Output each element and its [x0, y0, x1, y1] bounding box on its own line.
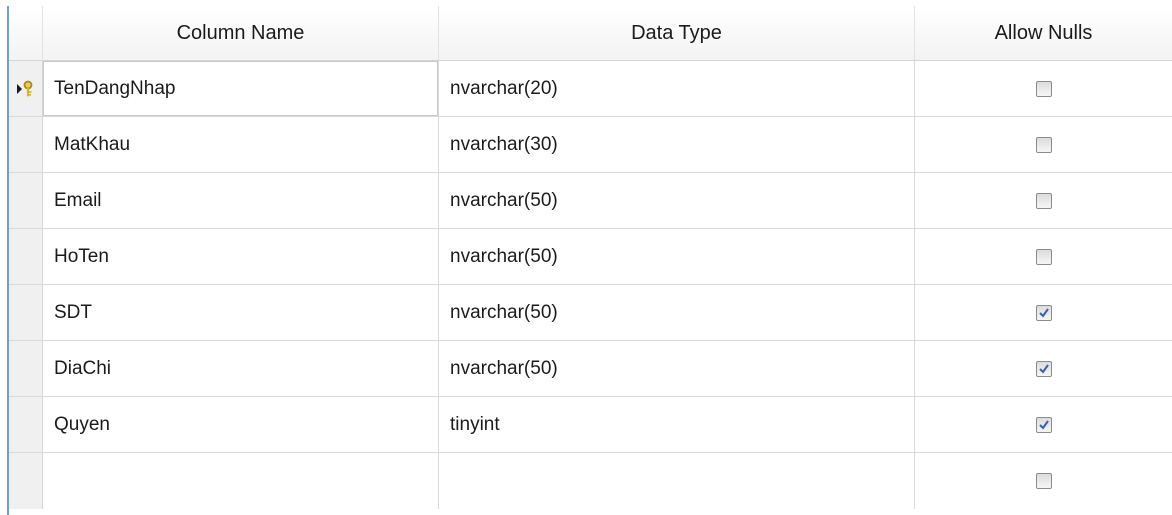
allow-nulls-checkbox[interactable]	[1035, 416, 1052, 433]
table-row[interactable]: DiaChi nvarchar(50)	[9, 341, 1172, 397]
column-name-cell[interactable]: DiaChi	[43, 341, 439, 396]
allow-nulls-cell	[915, 397, 1172, 452]
data-type-cell[interactable]: nvarchar(50)	[439, 341, 915, 396]
column-name-cell[interactable]: Quyen	[43, 397, 439, 452]
allow-nulls-checkbox[interactable]	[1035, 192, 1052, 209]
data-type-cell[interactable]: nvarchar(30)	[439, 117, 915, 172]
table-row[interactable]: MatKhau nvarchar(30)	[9, 117, 1172, 173]
header-allow-nulls[interactable]: Allow Nulls	[915, 6, 1172, 60]
table-row[interactable]: SDT nvarchar(50)	[9, 285, 1172, 341]
allow-nulls-cell	[915, 61, 1172, 116]
row-selector[interactable]	[9, 453, 43, 509]
allow-nulls-cell	[915, 117, 1172, 172]
allow-nulls-checkbox[interactable]	[1035, 360, 1052, 377]
data-type-cell[interactable]: nvarchar(50)	[439, 229, 915, 284]
data-type-cell[interactable]: nvarchar(50)	[439, 173, 915, 228]
column-name-cell[interactable]	[43, 453, 439, 509]
grid-header: Column Name Data Type Allow Nulls	[9, 6, 1172, 61]
table-row[interactable]: TenDangNhap nvarchar(20)	[9, 61, 1172, 117]
column-name-cell[interactable]: HoTen	[43, 229, 439, 284]
column-name-cell[interactable]: SDT	[43, 285, 439, 340]
allow-nulls-cell	[915, 173, 1172, 228]
allow-nulls-checkbox[interactable]	[1035, 80, 1052, 97]
table-row[interactable]: HoTen nvarchar(50)	[9, 229, 1172, 285]
data-type-cell[interactable]: nvarchar(50)	[439, 285, 915, 340]
allow-nulls-checkbox[interactable]	[1035, 248, 1052, 265]
row-selector[interactable]	[9, 397, 43, 452]
column-name-cell[interactable]: TenDangNhap	[43, 61, 439, 116]
column-name-cell[interactable]: MatKhau	[43, 117, 439, 172]
table-row[interactable]: Email nvarchar(50)	[9, 173, 1172, 229]
header-data-type[interactable]: Data Type	[439, 6, 915, 60]
allow-nulls-checkbox[interactable]	[1035, 304, 1052, 321]
table-row[interactable]: Quyen tinyint	[9, 397, 1172, 453]
column-name-cell[interactable]: Email	[43, 173, 439, 228]
table-designer-grid: Column Name Data Type Allow Nulls TenDan…	[0, 0, 1172, 515]
allow-nulls-checkbox[interactable]	[1035, 473, 1052, 489]
data-type-cell[interactable]: nvarchar(20)	[439, 61, 915, 116]
row-selector[interactable]	[9, 61, 43, 116]
row-arrow-key-icon	[16, 79, 36, 99]
data-type-cell[interactable]: tinyint	[439, 397, 915, 452]
allow-nulls-cell	[915, 341, 1172, 396]
allow-nulls-checkbox[interactable]	[1035, 136, 1052, 153]
header-selector	[9, 6, 43, 60]
allow-nulls-cell	[915, 285, 1172, 340]
table-row-new[interactable]	[9, 453, 1172, 509]
grid-rows: TenDangNhap nvarchar(20) MatKhau nvarcha…	[9, 61, 1172, 509]
header-column-name[interactable]: Column Name	[43, 6, 439, 60]
row-selector[interactable]	[9, 117, 43, 172]
data-type-cell[interactable]	[439, 453, 915, 509]
row-selector[interactable]	[9, 229, 43, 284]
row-selector[interactable]	[9, 173, 43, 228]
allow-nulls-cell	[915, 229, 1172, 284]
allow-nulls-cell	[915, 453, 1172, 509]
row-selector[interactable]	[9, 341, 43, 396]
row-selector[interactable]	[9, 285, 43, 340]
